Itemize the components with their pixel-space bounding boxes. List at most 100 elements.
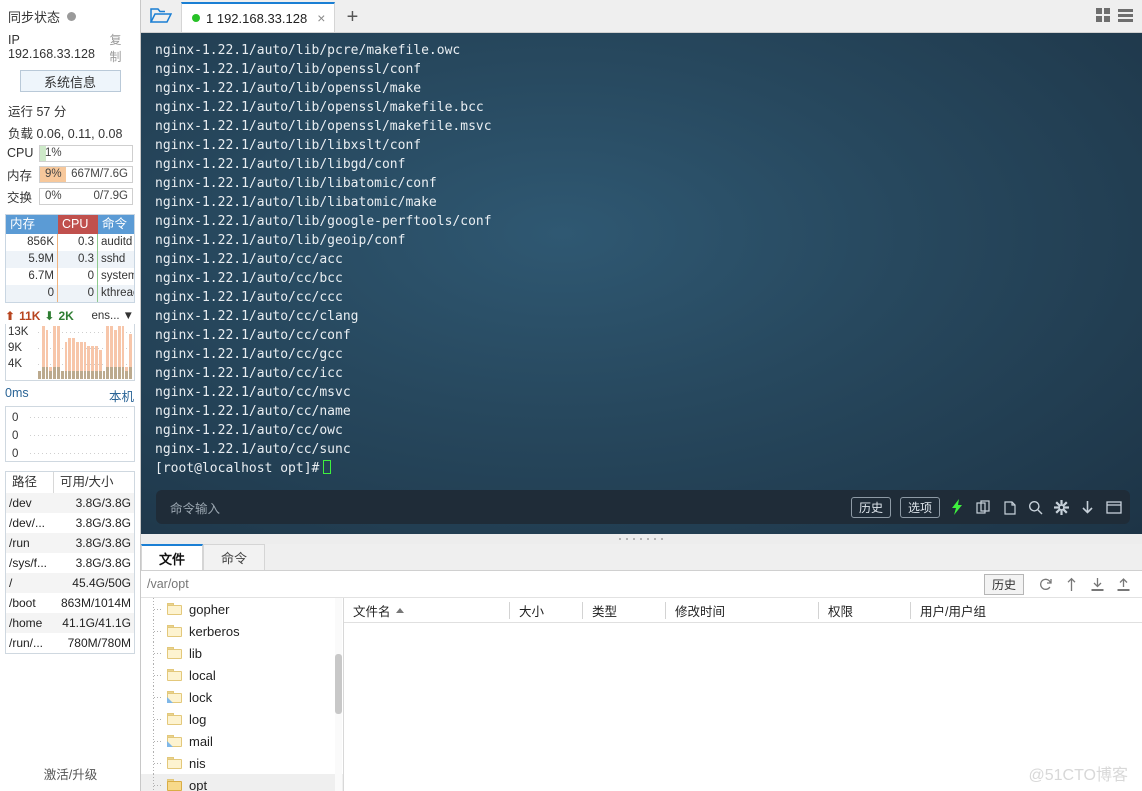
directory-tree[interactable]: gopher kerberos lib local lock log mail nis opt [141,598,344,791]
refresh-icon[interactable] [1037,576,1054,593]
tree-node[interactable]: local [141,664,343,686]
col-mtime[interactable]: 修改时间 [666,601,819,619]
tab-session-1[interactable]: 1 192.168.33.128 × [181,2,336,32]
tree-node-label: nis [189,755,206,771]
network-bar-upload [41,326,45,367]
tree-node-label: lib [189,645,203,661]
col-permissions[interactable]: 权限 [819,601,911,619]
terminal-pane[interactable]: nginx-1.22.1/auto/lib/pcre/makefile.owc n… [141,33,1142,534]
menu-list-icon[interactable] [1114,0,1136,32]
copy-ip-button[interactable]: 复制 [110,31,133,65]
file-list[interactable]: 文件名 大小 类型 修改时间 权限 用户/用户组 [344,598,1142,791]
network-bar-upload [106,326,110,367]
table-row[interactable]: /run/... 780M/780M [6,633,134,653]
file-toolbar: 历史 [983,573,1136,595]
col-filename[interactable]: 文件名 [344,601,510,619]
table-row[interactable]: 6.7M 0 systemd [6,268,134,285]
tree-node[interactable]: nis [141,752,343,774]
chevron-down-icon: ▼ [122,310,134,322]
up-directory-icon[interactable] [1063,576,1080,593]
network-bar-upload [72,338,75,371]
memory-meter-value: 9% [45,167,62,180]
download-file-icon[interactable] [1089,576,1106,593]
table-row[interactable]: 0 0 kthreadd [6,285,134,302]
terminal-history-button[interactable]: 历史 [850,496,891,518]
table-row[interactable]: /dev/... 3.8G/3.8G [6,513,134,533]
disk-table: 路径 可用/大小 /dev 3.8G/3.8G /dev/... 3.8G/3.… [5,471,135,654]
disk-path: /run/... [9,636,44,650]
network-bar-upload [83,342,87,371]
tree-node[interactable]: opt [141,774,343,791]
tree-node[interactable]: lock [141,686,343,708]
cpu-meter: 1% [39,144,133,162]
table-row[interactable]: /boot 863M/1014M [6,593,134,613]
path-input[interactable]: /var/opt [147,577,984,591]
process-col-cmd[interactable]: 命令 [98,215,134,234]
upload-file-icon[interactable] [1115,576,1132,593]
ping-chart: 0 0 0 [5,406,135,462]
disk-col-path[interactable]: 路径 [6,472,54,493]
col-size[interactable]: 大小 [510,601,583,619]
activate-upgrade-link[interactable]: 激活/升级 [0,764,140,783]
network-bar-upload [53,326,56,367]
tree-node[interactable]: lib [141,642,343,664]
file-history-button[interactable]: 历史 [983,573,1024,595]
col-owner-group[interactable]: 用户/用户组 [911,602,1142,619]
terminal-line: nginx-1.22.1/auto/lib/openssl/make [155,81,422,96]
ping-host-label[interactable]: 本机 [109,386,134,405]
copy-icon[interactable] [975,499,992,516]
disk-col-size[interactable]: 可用/大小 [54,472,134,493]
tree-scrollbar-thumb[interactable] [335,654,342,714]
table-row[interactable]: / 45.4G/50G [6,573,134,593]
network-ytick-2: 4K [8,358,23,370]
tree-tick-line [154,675,163,676]
network-header: ⬆ 11K ⬇ 2K ens... ▼ [0,303,140,324]
terminal-options-button[interactable]: 选项 [899,496,940,518]
lightning-icon[interactable] [949,499,966,516]
network-bar-download [68,370,72,379]
close-icon[interactable]: × [317,10,325,26]
table-row[interactable]: /home 41.1G/41.1G [6,613,134,633]
network-bar-download [125,370,129,379]
network-bar-upload [129,334,132,367]
table-row[interactable]: /sys/f... 3.8G/3.8G [6,553,134,573]
network-bar-upload [64,342,68,371]
terminal-line: nginx-1.22.1/auto/cc/gcc [155,347,343,362]
disk-size: 3.8G/3.8G [75,496,131,510]
network-ytick-1: 9K [8,342,23,354]
process-col-mem[interactable]: 内存 [6,215,58,234]
new-tab-button[interactable]: + [335,2,369,32]
network-bar [110,326,113,379]
tab-commands[interactable]: 命令 [203,544,266,570]
swap-meter: 0% 0/7.9G [39,187,133,205]
table-row[interactable]: 5.9M 0.3 sshd [6,251,134,268]
swap-meter-label: 交换 [7,190,33,205]
terminal-line: nginx-1.22.1/auto/lib/geoip/conf [155,233,406,248]
tree-node[interactable]: log [141,708,343,730]
terminal-line: nginx-1.22.1/auto/lib/pcre/makefile.owc [155,43,461,58]
tree-node[interactable]: gopher [141,598,343,620]
table-row[interactable]: /dev 3.8G/3.8G [6,493,134,513]
col-type[interactable]: 类型 [583,601,666,619]
gear-icon[interactable] [1053,499,1070,516]
tab-files[interactable]: 文件 [141,544,204,570]
download-icon[interactable] [1079,499,1096,516]
terminal-line: nginx-1.22.1/auto/cc/msvc [155,385,351,400]
table-row[interactable]: 856K 0.3 auditd [6,234,134,251]
open-folder-icon[interactable] [141,0,181,32]
interface-selector[interactable]: ens... ▼ [91,310,134,322]
command-input-bar[interactable]: 命令输入 历史 选项 [156,490,1130,524]
tree-node[interactable]: kerberos [141,620,343,642]
process-col-cpu[interactable]: CPU [58,215,98,234]
pane-splitter[interactable] [141,534,1142,544]
window-icon[interactable] [1105,499,1122,516]
network-ytick-0: 13K [8,326,29,338]
paste-icon[interactable] [1001,499,1018,516]
table-row[interactable]: /run 3.8G/3.8G [6,533,134,553]
command-input[interactable]: 命令输入 [170,498,220,517]
network-bar [41,326,45,379]
tree-node[interactable]: mail [141,730,343,752]
grid-layout-icon[interactable] [1092,0,1114,32]
system-info-button[interactable]: 系统信息 [19,70,121,92]
search-icon[interactable] [1027,499,1044,516]
